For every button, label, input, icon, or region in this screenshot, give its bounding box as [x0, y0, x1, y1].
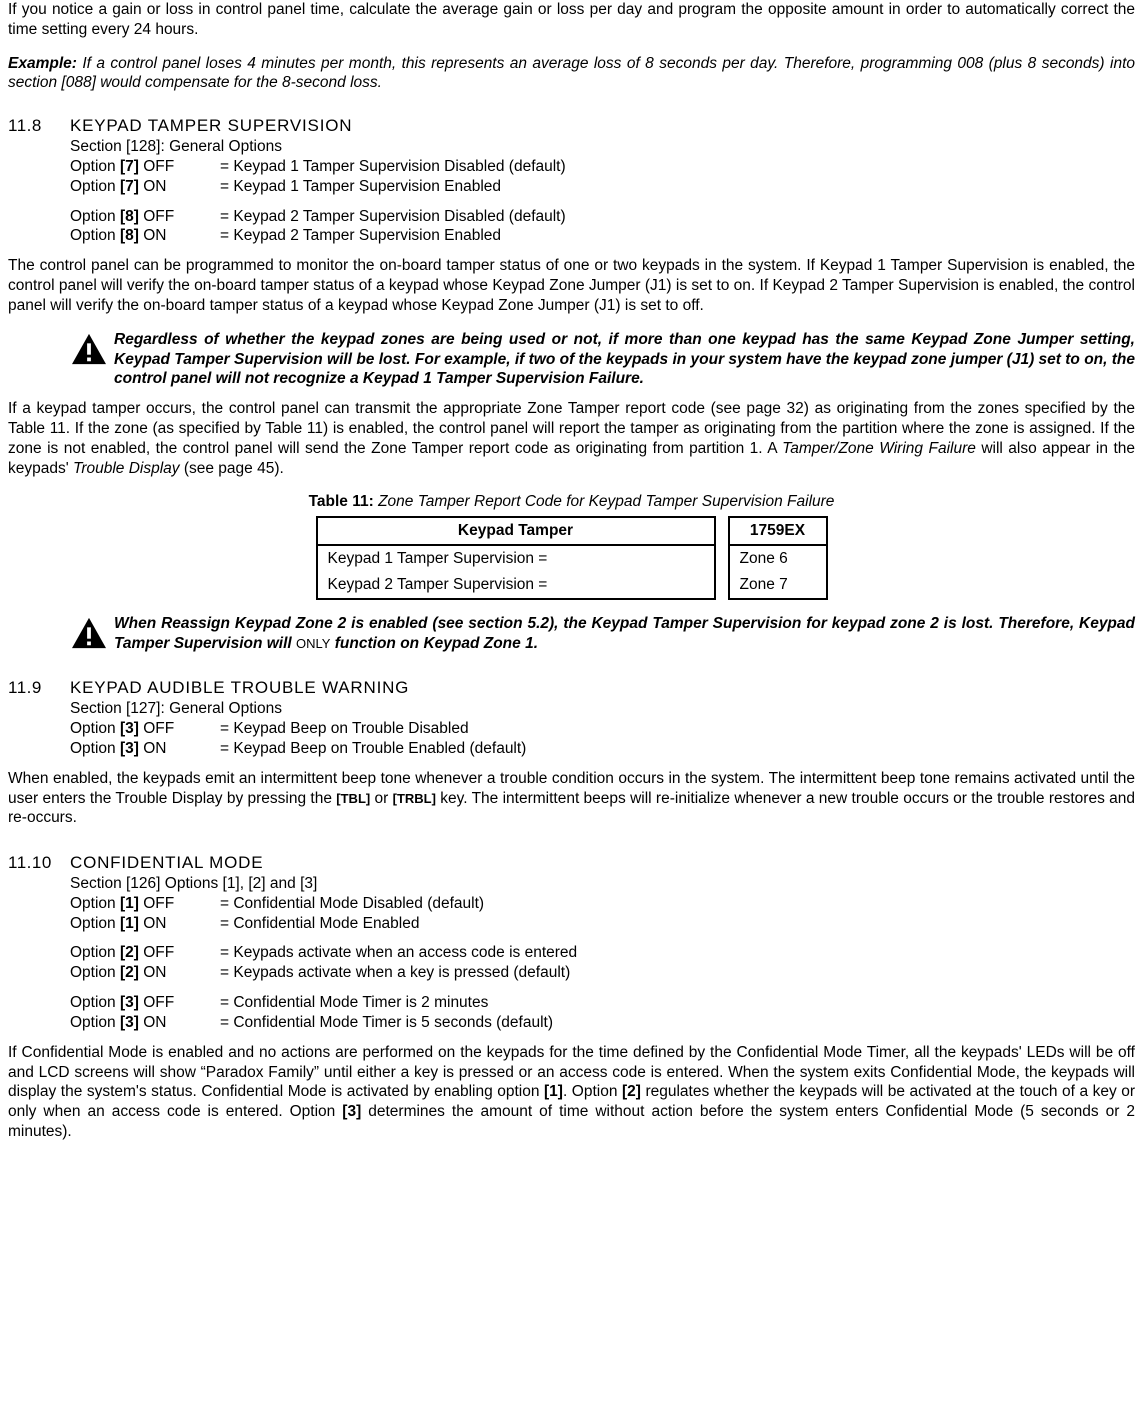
- option-line: Option [3] OFF= Keypad Beep on Trouble D…: [70, 719, 1135, 739]
- option-line: Option [3] ON= Keypad Beep on Trouble En…: [70, 739, 1135, 759]
- option-line: Option [1] ON= Confidential Mode Enabled: [70, 914, 1135, 934]
- warning-icon: [70, 330, 114, 366]
- warning-text: When Reassign Keypad Zone 2 is enabled (…: [114, 614, 1135, 654]
- warning-block-2: When Reassign Keypad Zone 2 is enabled (…: [70, 614, 1135, 654]
- section-line: Section [128]: General Options: [70, 137, 1135, 157]
- table-caption-text: Zone Tamper Report Code for Keypad Tampe…: [378, 493, 834, 510]
- section-11-9-header: 11.9 KEYPAD AUDIBLE TROUBLE WARNING: [8, 677, 1135, 699]
- warning-text: Regardless of whether the keypad zones a…: [114, 330, 1135, 389]
- section-11-8-header: 11.8 KEYPAD TAMPER SUPERVISION: [8, 115, 1135, 137]
- table-caption: Table 11: Zone Tamper Report Code for Ke…: [8, 492, 1135, 512]
- table-header: 1759EX: [729, 517, 827, 545]
- option-line: Option [3] ON= Confidential Mode Timer i…: [70, 1013, 1135, 1033]
- section-line: Section [127]: General Options: [70, 699, 1135, 719]
- table-1759ex: 1759EX Zone 6 Zone 7: [728, 516, 828, 599]
- table-cell: Zone 6: [729, 545, 827, 572]
- warning-block-1: Regardless of whether the keypad zones a…: [70, 330, 1135, 389]
- table-keypad-tamper: Keypad Tamper Keypad 1 Tamper Supervisio…: [316, 516, 716, 599]
- s118-paragraph-1: The control panel can be programmed to m…: [8, 256, 1135, 315]
- option-line: Option [7] ON= Keypad 1 Tamper Supervisi…: [70, 177, 1135, 197]
- section-number: 11.9: [8, 677, 70, 699]
- table-cell: Keypad 1 Tamper Supervision =: [317, 545, 715, 572]
- table-cell: Zone 7: [729, 572, 827, 599]
- option-line: Option [3] OFF= Confidential Mode Timer …: [70, 993, 1135, 1013]
- section-title: KEYPAD TAMPER SUPERVISION: [70, 115, 352, 137]
- section-line: Section [126] Options [1], [2] and [3]: [70, 874, 1135, 894]
- table-11: Keypad Tamper Keypad 1 Tamper Supervisio…: [8, 516, 1135, 599]
- s118-paragraph-2: If a keypad tamper occurs, the control p…: [8, 399, 1135, 478]
- section-title: KEYPAD AUDIBLE TROUBLE WARNING: [70, 677, 409, 699]
- warning-icon: [70, 614, 114, 650]
- option-line: Option [2] ON= Keypads activate when a k…: [70, 963, 1135, 983]
- section-title: CONFIDENTIAL MODE: [70, 852, 263, 874]
- example-text: If a control panel loses 4 minutes per m…: [8, 55, 1135, 92]
- intro-example: Example: If a control panel loses 4 minu…: [8, 54, 1135, 94]
- option-line: Option [7] OFF= Keypad 1 Tamper Supervis…: [70, 157, 1135, 177]
- option-line: Option [8] ON= Keypad 2 Tamper Supervisi…: [70, 226, 1135, 246]
- section-number: 11.8: [8, 115, 70, 137]
- s119-paragraph: When enabled, the keypads emit an interm…: [8, 769, 1135, 828]
- section-number: 11.10: [8, 852, 70, 874]
- s1110-paragraph: If Confidential Mode is enabled and no a…: [8, 1043, 1135, 1142]
- option-line: Option [8] OFF= Keypad 2 Tamper Supervis…: [70, 207, 1135, 227]
- option-line: Option [2] OFF= Keypads activate when an…: [70, 943, 1135, 963]
- section-11-10-header: 11.10 CONFIDENTIAL MODE: [8, 852, 1135, 874]
- intro-paragraph-time-adjust: If you notice a gain or loss in control …: [8, 0, 1135, 40]
- example-label: Example:: [8, 55, 77, 72]
- table-cell: Keypad 2 Tamper Supervision =: [317, 572, 715, 599]
- option-line: Option [1] OFF= Confidential Mode Disabl…: [70, 894, 1135, 914]
- table-header: Keypad Tamper: [317, 517, 715, 545]
- table-caption-label: Table 11:: [309, 493, 379, 510]
